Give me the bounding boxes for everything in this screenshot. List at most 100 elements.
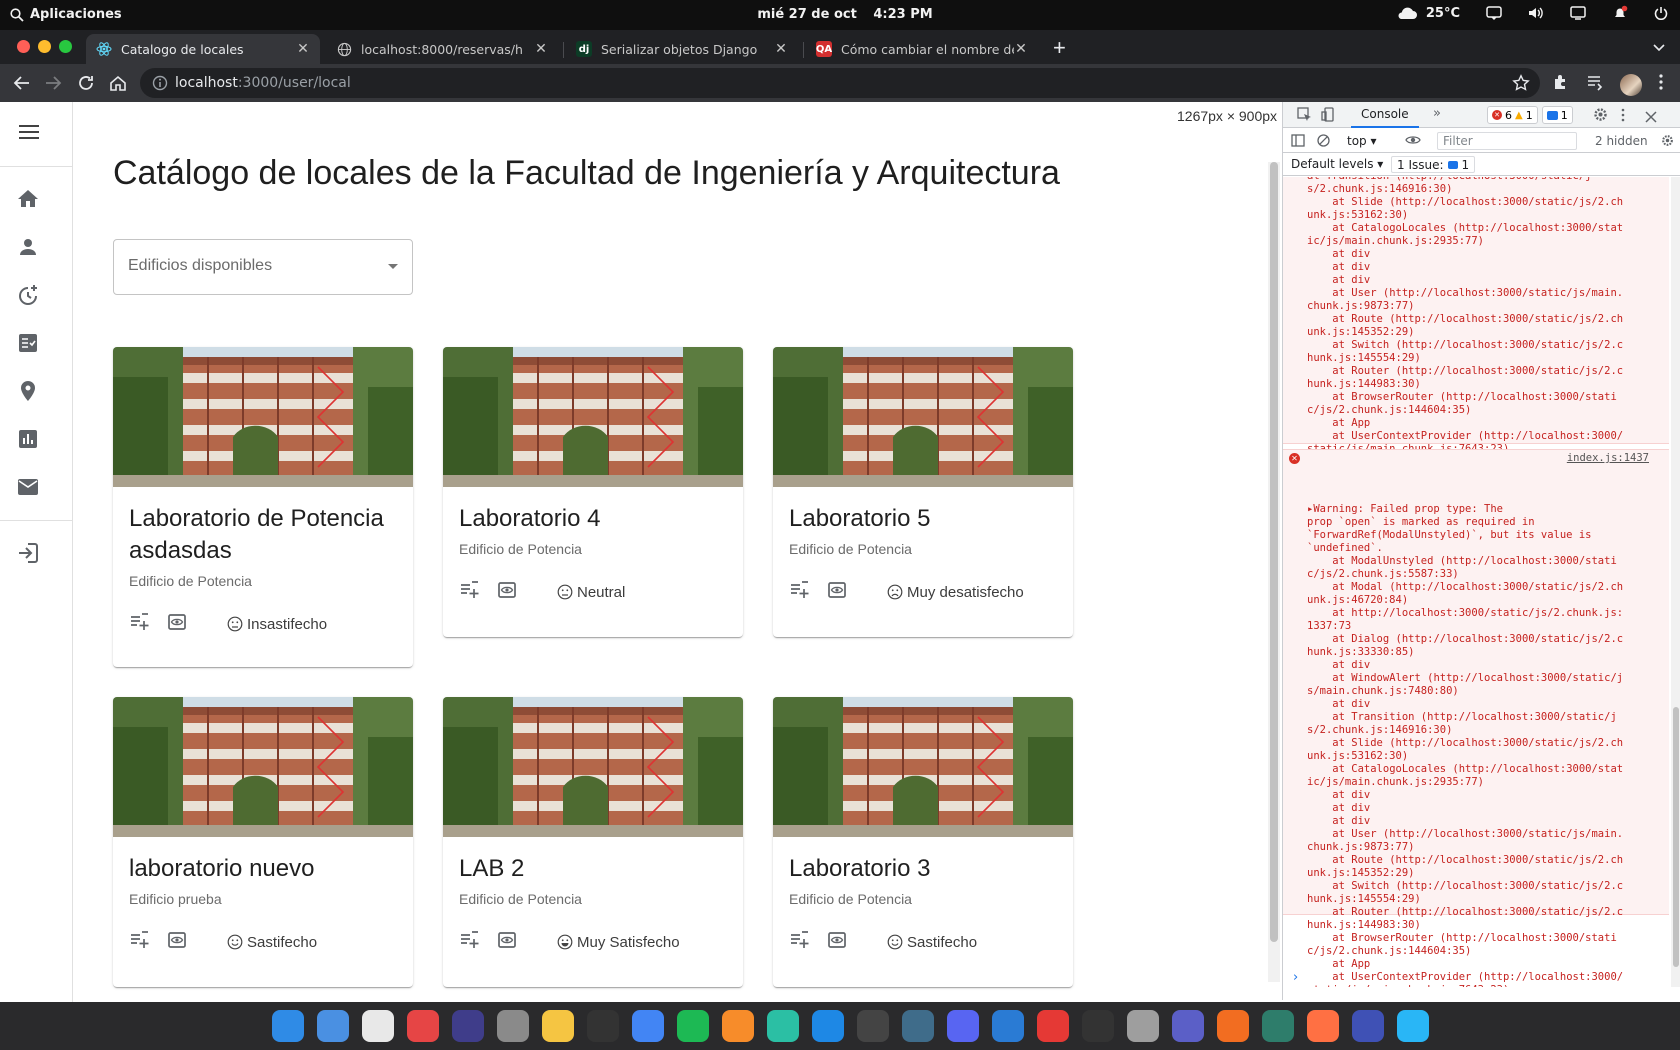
view-preview-icon[interactable]	[827, 580, 847, 605]
console-error-message[interactable]: at Transition (http://localhost:3000/sta…	[1283, 177, 1669, 455]
dock-spotify-icon[interactable]	[677, 1010, 709, 1042]
location-pin-icon[interactable]	[16, 379, 40, 403]
console-scrollbar-thumb[interactable]	[1673, 707, 1679, 967]
local-card[interactable]: Laboratorio de Potencia asdasdas Edificio…	[113, 347, 413, 667]
dock-terminal2-icon[interactable]	[1397, 1010, 1429, 1042]
local-card[interactable]: LAB 2 Edificio de Potencia Muy Satisfecho	[443, 697, 743, 987]
local-card[interactable]: Laboratorio 4 Edificio de Potencia Neutral	[443, 347, 743, 637]
dock-atom-icon[interactable]	[767, 1010, 799, 1042]
address-bar[interactable]: localhost:3000/user/local	[140, 68, 1540, 98]
checklist-icon[interactable]	[16, 331, 40, 355]
weather-widget[interactable]: 25°C	[1396, 6, 1460, 21]
console-warning-message[interactable]: ✕ index.js:1437 ▸Warning: Failed prop ty…	[1283, 449, 1669, 987]
home-icon[interactable]	[16, 187, 40, 211]
dock-firefox-dev-icon[interactable]	[1172, 1010, 1204, 1042]
settings-gear-icon[interactable]	[1593, 107, 1608, 126]
dock-postman-icon[interactable]	[1307, 1010, 1339, 1042]
minimize-window-button[interactable]	[38, 40, 51, 53]
dock-settings-icon[interactable]	[497, 1010, 529, 1042]
dock-screencast-icon[interactable]	[1352, 1010, 1384, 1042]
console-settings-gear-icon[interactable]	[1661, 134, 1674, 150]
site-info-icon[interactable]	[152, 75, 168, 95]
dock-vscode-icon[interactable]	[812, 1010, 844, 1042]
new-tab-button[interactable]: +	[1053, 35, 1066, 61]
add-reservation-icon[interactable]	[459, 580, 479, 605]
clock[interactable]: mié 27 de oct 4:23 PM	[740, 7, 950, 22]
view-preview-icon[interactable]	[167, 930, 187, 955]
close-tab-icon[interactable]: ✕	[534, 41, 548, 57]
close-tab-icon[interactable]: ✕	[296, 41, 310, 57]
dock-inkscape-icon[interactable]	[857, 1010, 889, 1042]
tab-catalogo[interactable]: Catalogo de locales ✕	[86, 34, 320, 64]
bar-chart-icon[interactable]	[16, 427, 40, 451]
power-icon[interactable]	[1654, 6, 1668, 20]
maximize-window-button[interactable]	[59, 40, 72, 53]
logout-icon[interactable]	[16, 541, 40, 565]
dock-mysql-icon[interactable]	[902, 1010, 934, 1042]
profile-avatar[interactable]	[1620, 73, 1642, 96]
log-levels-select[interactable]: Default levels ▾	[1291, 157, 1383, 171]
inspect-element-icon[interactable]	[1297, 107, 1312, 126]
add-reservation-icon[interactable]	[789, 930, 809, 955]
page-scrollbar[interactable]	[1268, 162, 1280, 982]
dock-obs-icon[interactable]	[452, 1010, 484, 1042]
close-tab-icon[interactable]: ✕	[774, 41, 788, 57]
add-reservation-icon[interactable]	[129, 930, 149, 955]
view-preview-icon[interactable]	[827, 930, 847, 955]
close-tab-icon[interactable]: ✕	[1014, 41, 1028, 57]
more-menu-icon[interactable]	[1658, 73, 1664, 96]
add-reservation-icon[interactable]	[129, 612, 149, 637]
dock-keyring-icon[interactable]	[1127, 1010, 1159, 1042]
console-filter-input[interactable]: Filter	[1437, 132, 1577, 150]
volume-icon[interactable]	[1528, 6, 1544, 20]
context-select[interactable]: top ▾	[1347, 134, 1377, 148]
dock-pdf-icon[interactable]	[1037, 1010, 1069, 1042]
hamburger-menu-icon[interactable]	[19, 124, 39, 145]
message-count-badge[interactable]: 1	[1541, 106, 1573, 124]
sidebar-toggle-icon[interactable]	[1291, 134, 1305, 150]
close-window-button[interactable]	[17, 40, 30, 53]
add-reservation-icon[interactable]	[459, 930, 479, 955]
issue-counters[interactable]: ✕ 6 ▲ 1 1	[1487, 106, 1573, 124]
dock-calendar-icon[interactable]	[362, 1010, 394, 1042]
page-scrollbar-thumb[interactable]	[1270, 162, 1278, 942]
live-expression-eye-icon[interactable]	[1405, 134, 1421, 149]
dock-mail-icon[interactable]	[317, 1010, 349, 1042]
dock-notes-icon[interactable]	[542, 1010, 574, 1042]
home-icon[interactable]	[108, 73, 128, 98]
dock-shell-icon[interactable]	[1262, 1010, 1294, 1042]
mail-icon[interactable]	[16, 475, 40, 499]
warning-source-link[interactable]: index.js:1437	[1567, 452, 1649, 465]
tab-search-chevron-icon[interactable]	[1652, 39, 1666, 57]
tab-reservas[interactable]: localhost:8000/reservas/h ✕	[326, 34, 558, 64]
console-scrollbar[interactable]	[1671, 177, 1680, 987]
view-preview-icon[interactable]	[497, 930, 517, 955]
dock-chrome-icon[interactable]	[632, 1010, 664, 1042]
tab-console[interactable]: Console	[1351, 102, 1419, 128]
local-card[interactable]: Laboratorio 3 Edificio de Potencia Sastife…	[773, 697, 1073, 987]
dock-sublime-icon[interactable]	[722, 1010, 754, 1042]
tab-django[interactable]: dj Serializar objetos Django ✕	[566, 34, 798, 64]
issues-button[interactable]: 1 Issue: 1	[1391, 156, 1476, 173]
tab-qa[interactable]: QA Cómo cambiar el nombre de ✕	[806, 34, 1038, 64]
notification-bell-icon[interactable]	[1612, 5, 1628, 21]
schedule-add-icon[interactable]	[16, 283, 40, 307]
dock-writer-icon[interactable]	[992, 1010, 1024, 1042]
close-devtools-icon[interactable]	[1645, 108, 1657, 127]
add-reservation-icon[interactable]	[789, 580, 809, 605]
applications-menu[interactable]: Aplicaciones	[10, 7, 122, 22]
dock-discord-icon[interactable]	[947, 1010, 979, 1042]
error-count-badge[interactable]: ✕ 6 ▲ 1	[1487, 106, 1538, 124]
reload-icon[interactable]	[76, 73, 96, 98]
console-prompt[interactable]: ›	[1293, 970, 1298, 985]
chat-icon[interactable]	[1486, 6, 1502, 20]
view-preview-icon[interactable]	[497, 580, 517, 605]
reading-list-icon[interactable]	[1586, 73, 1604, 96]
bookmark-star-icon[interactable]	[1512, 74, 1530, 97]
screen-icon[interactable]	[1570, 6, 1586, 20]
forward-arrow-icon[interactable]	[43, 73, 63, 98]
dock-stack-icon[interactable]	[1217, 1010, 1249, 1042]
back-arrow-icon[interactable]	[12, 73, 32, 98]
dock-files-icon[interactable]	[272, 1010, 304, 1042]
extensions-puzzle-icon[interactable]	[1552, 73, 1570, 96]
